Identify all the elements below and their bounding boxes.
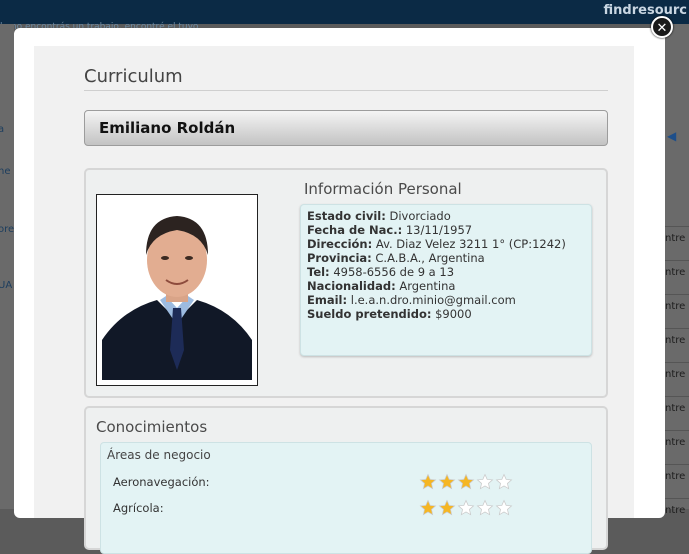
star-empty-icon	[476, 499, 495, 521]
info-label: Email:	[307, 293, 348, 307]
background-nav-item: UA	[0, 280, 13, 291]
personal-info-panel: Información Personal Estado civil: Divor…	[84, 168, 608, 398]
brand-logo[interactable]: findresourc	[604, 3, 687, 18]
info-value: Argentina	[399, 279, 456, 293]
candidate-name: Emiliano Roldán	[99, 119, 236, 137]
star-filled-icon	[419, 473, 438, 495]
info-value: $9000	[435, 307, 472, 321]
page-title: Curriculum	[84, 66, 608, 91]
candidate-photo	[102, 200, 252, 380]
background-nav-item: ne	[0, 166, 11, 177]
info-label: Provincia:	[307, 251, 372, 265]
info-value: 13/11/1957	[405, 223, 473, 237]
info-row-salary: Sueldo pretendido: $9000	[307, 307, 472, 321]
background-nav-item: a	[0, 124, 5, 135]
back-arrow-icon: ◀	[667, 129, 677, 143]
info-value: Divorciado	[389, 209, 451, 223]
skill-rating-stars	[419, 473, 514, 495]
background-nav-item: ore	[0, 224, 15, 235]
star-filled-icon	[438, 499, 457, 521]
info-value[interactable]: l.e.a.n.dro.minio@gmail.com	[351, 293, 516, 307]
info-row-nationality: Nacionalidad: Argentina	[307, 279, 455, 293]
skills-box: Áreas de negocio Aeronavegación: Agrícol…	[100, 442, 592, 554]
info-label: Tel:	[307, 265, 330, 279]
business-areas-heading: Áreas de negocio	[107, 448, 211, 462]
table-cell: ntre	[665, 294, 689, 319]
table-cell: ntre	[665, 498, 689, 523]
modal-content: Curriculum Emiliano Roldán Información P…	[34, 46, 634, 554]
candidate-name-bar: Emiliano Roldán	[84, 110, 608, 146]
table-cell: ntre	[665, 328, 689, 353]
skills-panel: Conocimientos Áreas de negocio Aeronaveg…	[84, 406, 608, 554]
top-bar: findresourc le no encontrás un trabajo, …	[0, 0, 689, 32]
table-cell: ntre	[665, 464, 689, 489]
info-label: Estado civil:	[307, 209, 386, 223]
table-cell: ntre	[665, 260, 689, 285]
star-filled-icon	[419, 499, 438, 521]
star-filled-icon	[438, 473, 457, 495]
table-cell: ntre	[665, 430, 689, 455]
skill-row: Aeronavegación:	[113, 475, 210, 489]
info-row-address: Dirección: Av. Diaz Velez 3211 1° (CP:12…	[307, 237, 566, 251]
info-row-email: Email: l.e.a.n.dro.minio@gmail.com	[307, 293, 516, 307]
info-row-province: Provincia: C.A.B.A., Argentina	[307, 251, 485, 265]
table-cell: ntre	[665, 362, 689, 387]
skill-rating-stars	[419, 499, 514, 521]
personal-info-heading: Información Personal	[304, 180, 462, 198]
star-empty-icon	[495, 473, 514, 495]
info-row-birth-date: Fecha de Nac.: 13/11/1957	[307, 223, 472, 237]
skills-heading: Conocimientos	[96, 418, 208, 436]
close-button[interactable]: ✕	[651, 16, 673, 38]
personal-info-box: Estado civil: Divorciado Fecha de Nac.: …	[300, 204, 592, 356]
star-empty-icon	[495, 499, 514, 521]
info-label: Dirección:	[307, 237, 373, 251]
curriculum-modal: Curriculum Emiliano Roldán Información P…	[14, 28, 665, 554]
info-label: Sueldo pretendido:	[307, 307, 432, 321]
table-cell: ntre	[665, 396, 689, 421]
skill-row: Agrícola:	[113, 501, 164, 515]
star-empty-icon	[457, 499, 476, 521]
star-empty-icon	[476, 473, 495, 495]
info-row-civil-status: Estado civil: Divorciado	[307, 209, 451, 223]
info-value: 4958-6556 de 9 a 13	[333, 265, 455, 279]
info-row-phone: Tel: 4958-6556 de 9 a 13	[307, 265, 454, 279]
background-table: ◀ ntre ntre ntre ntre ntre ntre ntre ntr…	[665, 24, 689, 516]
info-value: C.A.B.A., Argentina	[375, 251, 485, 265]
star-filled-icon	[457, 473, 476, 495]
table-cell: ntre	[665, 226, 689, 251]
candidate-photo-frame	[96, 194, 258, 386]
info-label: Fecha de Nac.:	[307, 223, 403, 237]
info-label: Nacionalidad:	[307, 279, 396, 293]
background-sidebar: a ne ore UA	[0, 24, 14, 509]
info-value: Av. Diaz Velez 3211 1° (CP:1242)	[375, 237, 566, 251]
